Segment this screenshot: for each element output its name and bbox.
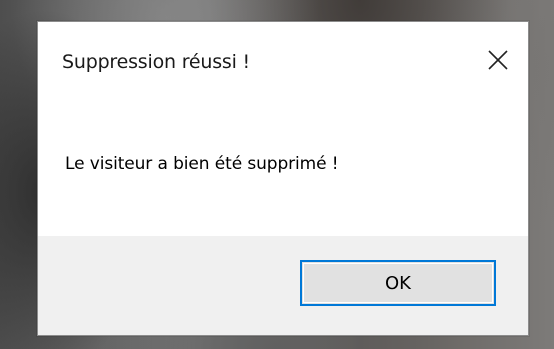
dialog-message: Le visiteur a bien été supprimé ! xyxy=(65,154,339,174)
dialog-button-bar: OK xyxy=(38,236,528,335)
close-button[interactable] xyxy=(478,42,518,78)
close-icon xyxy=(488,50,508,70)
dialog-title: Suppression réussi ! xyxy=(62,51,250,73)
message-box-dialog: Suppression réussi ! Le visiteur a bien … xyxy=(37,21,529,336)
ok-button[interactable]: OK xyxy=(300,260,496,306)
